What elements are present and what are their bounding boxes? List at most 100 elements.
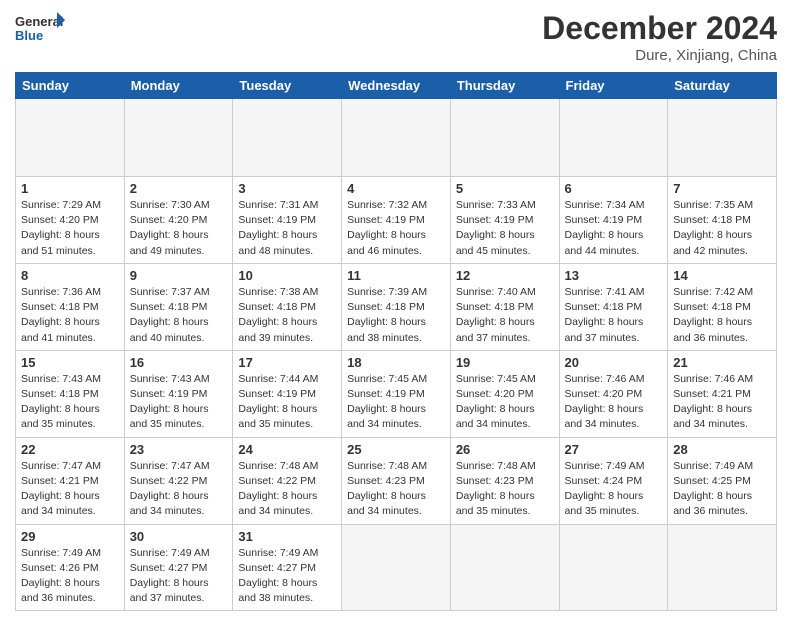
calendar-day: 23 Sunrise: 7:47 AM Sunset: 4:22 PM Dayl… (124, 437, 233, 524)
day-info: Sunrise: 7:48 AM Sunset: 4:23 PM Dayligh… (347, 459, 445, 520)
calendar-body: 1 Sunrise: 7:29 AM Sunset: 4:20 PM Dayli… (16, 99, 777, 611)
daylight-label: Daylight: 8 hours and 38 minutes. (238, 577, 317, 604)
calendar-day: 29 Sunrise: 7:49 AM Sunset: 4:26 PM Dayl… (16, 524, 125, 611)
calendar-day: 2 Sunrise: 7:30 AM Sunset: 4:20 PM Dayli… (124, 177, 233, 264)
day-info: Sunrise: 7:44 AM Sunset: 4:19 PM Dayligh… (238, 372, 336, 433)
sunrise-label: Sunrise: 7:41 AM (565, 286, 645, 298)
calendar-day (668, 99, 777, 177)
day-info: Sunrise: 7:36 AM Sunset: 4:18 PM Dayligh… (21, 285, 119, 346)
col-sunday: Sunday (16, 73, 125, 99)
sunrise-label: Sunrise: 7:45 AM (456, 373, 536, 385)
col-monday: Monday (124, 73, 233, 99)
calendar-week-row: 1 Sunrise: 7:29 AM Sunset: 4:20 PM Dayli… (16, 177, 777, 264)
day-info: Sunrise: 7:37 AM Sunset: 4:18 PM Dayligh… (130, 285, 228, 346)
calendar-day (450, 99, 559, 177)
daylight-label: Daylight: 8 hours and 38 minutes. (347, 316, 426, 343)
day-number: 9 (130, 268, 228, 283)
day-info: Sunrise: 7:48 AM Sunset: 4:23 PM Dayligh… (456, 459, 554, 520)
sunset-label: Sunset: 4:20 PM (130, 214, 208, 226)
sunrise-label: Sunrise: 7:48 AM (456, 460, 536, 472)
day-number: 28 (673, 442, 771, 457)
day-info: Sunrise: 7:42 AM Sunset: 4:18 PM Dayligh… (673, 285, 771, 346)
daylight-label: Daylight: 8 hours and 39 minutes. (238, 316, 317, 343)
calendar-day: 21 Sunrise: 7:46 AM Sunset: 4:21 PM Dayl… (668, 350, 777, 437)
sunset-label: Sunset: 4:20 PM (565, 388, 643, 400)
calendar-day: 20 Sunrise: 7:46 AM Sunset: 4:20 PM Dayl… (559, 350, 668, 437)
calendar-day (559, 99, 668, 177)
calendar-week-row: 22 Sunrise: 7:47 AM Sunset: 4:21 PM Dayl… (16, 437, 777, 524)
day-info: Sunrise: 7:30 AM Sunset: 4:20 PM Dayligh… (130, 198, 228, 259)
sunrise-label: Sunrise: 7:49 AM (21, 547, 101, 559)
calendar-day: 12 Sunrise: 7:40 AM Sunset: 4:18 PM Dayl… (450, 263, 559, 350)
page-container: General Blue December 2024 Dure, Xinjian… (0, 0, 792, 621)
sunset-label: Sunset: 4:18 PM (21, 388, 99, 400)
calendar-day: 9 Sunrise: 7:37 AM Sunset: 4:18 PM Dayli… (124, 263, 233, 350)
sunrise-label: Sunrise: 7:43 AM (130, 373, 210, 385)
daylight-label: Daylight: 8 hours and 34 minutes. (130, 490, 209, 517)
svg-text:General: General (15, 14, 63, 29)
day-number: 24 (238, 442, 336, 457)
day-info: Sunrise: 7:35 AM Sunset: 4:18 PM Dayligh… (673, 198, 771, 259)
calendar-day: 5 Sunrise: 7:33 AM Sunset: 4:19 PM Dayli… (450, 177, 559, 264)
day-info: Sunrise: 7:29 AM Sunset: 4:20 PM Dayligh… (21, 198, 119, 259)
day-number: 11 (347, 268, 445, 283)
daylight-label: Daylight: 8 hours and 34 minutes. (347, 490, 426, 517)
day-number: 2 (130, 181, 228, 196)
sunrise-label: Sunrise: 7:30 AM (130, 199, 210, 211)
calendar-day (233, 99, 342, 177)
day-number: 31 (238, 529, 336, 544)
sunset-label: Sunset: 4:18 PM (673, 301, 751, 313)
sunset-label: Sunset: 4:27 PM (238, 562, 316, 574)
svg-text:Blue: Blue (15, 28, 43, 43)
day-info: Sunrise: 7:45 AM Sunset: 4:19 PM Dayligh… (347, 372, 445, 433)
sunset-label: Sunset: 4:18 PM (673, 214, 751, 226)
calendar-day: 19 Sunrise: 7:45 AM Sunset: 4:20 PM Dayl… (450, 350, 559, 437)
day-number: 4 (347, 181, 445, 196)
sunrise-label: Sunrise: 7:44 AM (238, 373, 318, 385)
calendar-day (559, 524, 668, 611)
sunset-label: Sunset: 4:21 PM (673, 388, 751, 400)
sunset-label: Sunset: 4:18 PM (21, 301, 99, 313)
day-info: Sunrise: 7:49 AM Sunset: 4:24 PM Dayligh… (565, 459, 663, 520)
daylight-label: Daylight: 8 hours and 34 minutes. (565, 403, 644, 430)
day-info: Sunrise: 7:49 AM Sunset: 4:25 PM Dayligh… (673, 459, 771, 520)
day-number: 14 (673, 268, 771, 283)
calendar-table: Sunday Monday Tuesday Wednesday Thursday… (15, 72, 777, 611)
sunrise-label: Sunrise: 7:35 AM (673, 199, 753, 211)
daylight-label: Daylight: 8 hours and 34 minutes. (21, 490, 100, 517)
day-info: Sunrise: 7:47 AM Sunset: 4:21 PM Dayligh… (21, 459, 119, 520)
sunset-label: Sunset: 4:20 PM (21, 214, 99, 226)
day-number: 5 (456, 181, 554, 196)
location: Dure, Xinjiang, China (542, 47, 777, 64)
day-number: 18 (347, 355, 445, 370)
daylight-label: Daylight: 8 hours and 34 minutes. (238, 490, 317, 517)
sunrise-label: Sunrise: 7:37 AM (130, 286, 210, 298)
calendar-day: 31 Sunrise: 7:49 AM Sunset: 4:27 PM Dayl… (233, 524, 342, 611)
sunrise-label: Sunrise: 7:47 AM (130, 460, 210, 472)
day-info: Sunrise: 7:43 AM Sunset: 4:19 PM Dayligh… (130, 372, 228, 433)
day-info: Sunrise: 7:49 AM Sunset: 4:27 PM Dayligh… (238, 546, 336, 607)
sunset-label: Sunset: 4:18 PM (238, 301, 316, 313)
calendar-day (342, 99, 451, 177)
sunset-label: Sunset: 4:26 PM (21, 562, 99, 574)
daylight-label: Daylight: 8 hours and 34 minutes. (456, 403, 535, 430)
sunrise-label: Sunrise: 7:34 AM (565, 199, 645, 211)
calendar-day: 15 Sunrise: 7:43 AM Sunset: 4:18 PM Dayl… (16, 350, 125, 437)
sunrise-label: Sunrise: 7:48 AM (347, 460, 427, 472)
day-number: 10 (238, 268, 336, 283)
day-info: Sunrise: 7:45 AM Sunset: 4:20 PM Dayligh… (456, 372, 554, 433)
calendar-day (16, 99, 125, 177)
day-info: Sunrise: 7:40 AM Sunset: 4:18 PM Dayligh… (456, 285, 554, 346)
sunrise-label: Sunrise: 7:45 AM (347, 373, 427, 385)
sunset-label: Sunset: 4:24 PM (565, 475, 643, 487)
sunset-label: Sunset: 4:19 PM (347, 214, 425, 226)
day-info: Sunrise: 7:33 AM Sunset: 4:19 PM Dayligh… (456, 198, 554, 259)
sunrise-label: Sunrise: 7:39 AM (347, 286, 427, 298)
calendar-day: 24 Sunrise: 7:48 AM Sunset: 4:22 PM Dayl… (233, 437, 342, 524)
sunset-label: Sunset: 4:18 PM (456, 301, 534, 313)
day-number: 21 (673, 355, 771, 370)
day-number: 16 (130, 355, 228, 370)
sunset-label: Sunset: 4:23 PM (456, 475, 534, 487)
calendar-week-row (16, 99, 777, 177)
calendar-day: 1 Sunrise: 7:29 AM Sunset: 4:20 PM Dayli… (16, 177, 125, 264)
